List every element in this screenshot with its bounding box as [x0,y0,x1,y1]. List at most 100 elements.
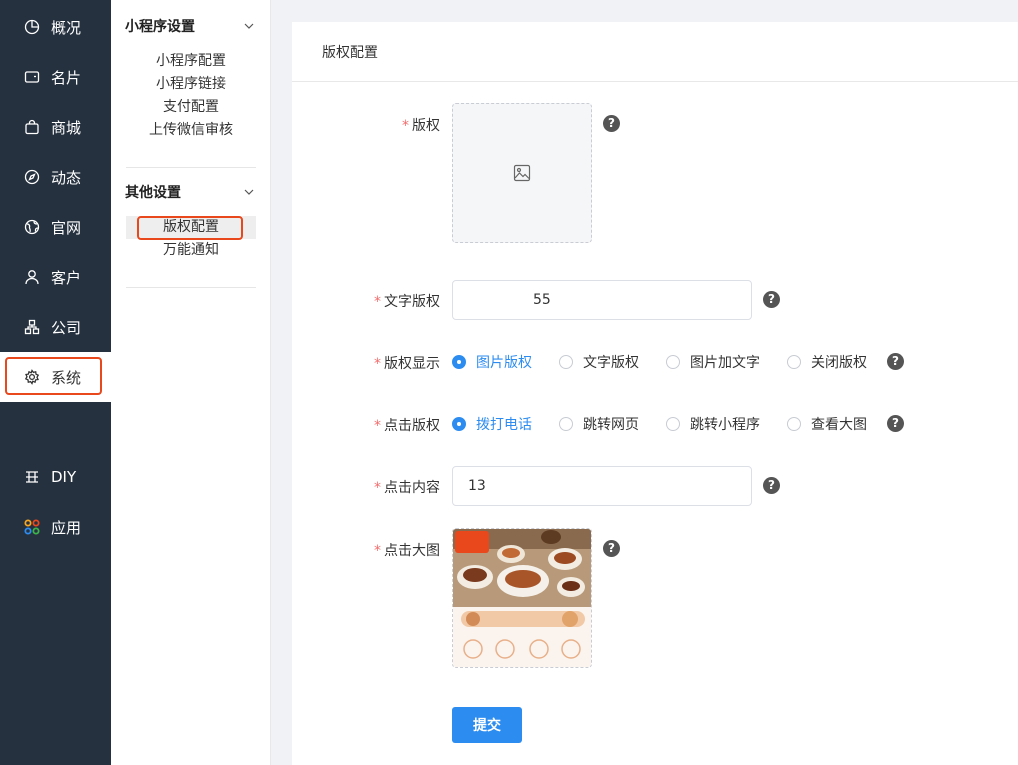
sidebar-item-label: 概况 [51,18,82,37]
label-text: 点击大图 [384,543,440,559]
sidebar-item-system[interactable]: 系统 [0,352,111,402]
sidebar-item-overview[interactable]: 概况 [0,2,111,52]
radio-dot [666,355,680,369]
help-icon[interactable]: ? [763,477,780,494]
radio-dot [787,417,801,431]
main-sidebar: 概况 名片 商城 动态 官网 客户 公司 系统 DIY 应用 [0,0,111,765]
compass-icon [24,169,40,185]
group-other-settings[interactable]: 其他设置 [125,182,255,202]
user-icon [24,269,40,285]
bag-icon [24,119,40,135]
click-radio-group: 拨打电话 跳转网页 跳转小程序 查看大图 [452,414,879,434]
field-label: * 版权显示 [292,353,440,373]
radio-close-copyright[interactable]: 关闭版权 [787,352,867,372]
radio-image-copyright[interactable]: 图片版权 [452,352,532,372]
sidebar-item-card[interactable]: 名片 [0,52,111,102]
sidebar-item-label: 名片 [51,68,82,87]
apps-icon [24,519,40,535]
radio-image-plus-text[interactable]: 图片加文字 [666,352,760,372]
radio-label: 文字版权 [583,355,639,371]
submit-button[interactable]: 提交 [452,707,522,743]
field-label: * 文字版权 [292,291,440,311]
subnav-item-universal-notice[interactable]: 万能通知 [126,239,256,262]
radio-label: 查看大图 [811,417,867,433]
help-icon[interactable]: ? [603,540,620,557]
sidebar-item-label: 客户 [51,268,82,287]
image-placeholder-icon [513,164,531,182]
subnav-item-copyright-config[interactable]: 版权配置 [126,216,256,239]
field-label: * 版权 [292,115,440,135]
radio-dot [666,417,680,431]
form-card: 版权配置 * 版权 ? * 文字版权 55 ? * 版权显示 图片版权 文字版权 图片… [292,22,1018,765]
radio-open-miniprogram[interactable]: 跳转小程序 [666,414,760,434]
label-text: 点击版权 [384,418,440,434]
radio-view-big-image[interactable]: 查看大图 [787,414,867,434]
label-text: 版权显示 [384,356,440,372]
globe-icon [24,219,40,235]
main-content: 版权配置 * 版权 ? * 文字版权 55 ? * 版权显示 图片版权 文字版权 图片… [271,0,1018,765]
radio-dot [452,355,466,369]
sidebar-item-mall[interactable]: 商城 [0,102,111,152]
subnav-item-wechat-review[interactable]: 上传微信审核 [126,119,256,142]
radio-dot [559,355,573,369]
diy-icon [24,469,40,485]
sidebar-item-customer[interactable]: 客户 [0,252,111,302]
radio-dot [787,355,801,369]
help-icon[interactable]: ? [763,291,780,308]
sidebar-item-label: 公司 [51,318,82,337]
settings-subnav: 小程序设置 小程序配置 小程序链接 支付配置 上传微信审核 其他设置 版权配置 … [111,0,271,765]
click-content-input[interactable]: 13 [452,466,752,506]
label-text: 点击内容 [384,480,440,496]
sidebar-item-label: 系统 [51,368,82,387]
sidebar-item-label: 官网 [51,218,82,237]
company-icon [24,319,40,335]
chevron-down-icon [244,23,254,29]
card-icon [24,69,40,85]
radio-dot [452,417,466,431]
radio-open-webpage[interactable]: 跳转网页 [559,414,639,434]
required-mark: * [374,480,381,496]
help-icon[interactable]: ? [887,353,904,370]
group-divider [126,167,256,168]
chevron-down-icon [244,189,254,195]
sidebar-item-feed[interactable]: 动态 [0,152,111,202]
label-text: 版权 [412,118,440,134]
sidebar-item-apps[interactable]: 应用 [0,502,111,552]
sidebar-item-website[interactable]: 官网 [0,202,111,252]
group-miniprogram-settings[interactable]: 小程序设置 [125,16,255,36]
page-title: 版权配置 [292,22,1018,82]
sidebar-item-diy[interactable]: DIY [0,452,111,502]
sidebar-item-label: 应用 [51,518,82,537]
sidebar-item-label: 商城 [51,118,82,137]
radio-label: 图片加文字 [690,355,760,371]
required-mark: * [402,118,409,134]
gear-icon [24,369,40,385]
field-label: * 点击大图 [292,540,440,560]
help-icon[interactable]: ? [887,415,904,432]
sidebar-item-label: 动态 [51,168,82,187]
radio-label: 图片版权 [476,355,532,371]
radio-dot [559,417,573,431]
sidebar-item-company[interactable]: 公司 [0,302,111,352]
subnav-item-payment-config[interactable]: 支付配置 [126,96,256,119]
radio-make-call[interactable]: 拨打电话 [452,414,532,434]
required-mark: * [374,294,381,310]
group-divider [126,287,256,288]
sidebar-item-label: DIY [51,468,77,486]
food-poster-image [453,529,591,667]
label-text: 文字版权 [384,294,440,310]
radio-label: 跳转小程序 [690,417,760,433]
copyright-image-upload[interactable] [452,103,592,243]
big-image-preview[interactable] [452,528,592,668]
required-mark: * [374,418,381,434]
radio-text-copyright[interactable]: 文字版权 [559,352,639,372]
text-copyright-input[interactable]: 55 [452,280,752,320]
group-title: 其他设置 [125,185,181,201]
required-mark: * [374,543,381,559]
help-icon[interactable]: ? [603,115,620,132]
radio-label: 拨打电话 [476,417,532,433]
subnav-item-miniprogram-config[interactable]: 小程序配置 [126,50,256,73]
display-radio-group: 图片版权 文字版权 图片加文字 关闭版权 [452,352,879,372]
radio-label: 关闭版权 [811,355,867,371]
subnav-item-miniprogram-link[interactable]: 小程序链接 [126,73,256,96]
